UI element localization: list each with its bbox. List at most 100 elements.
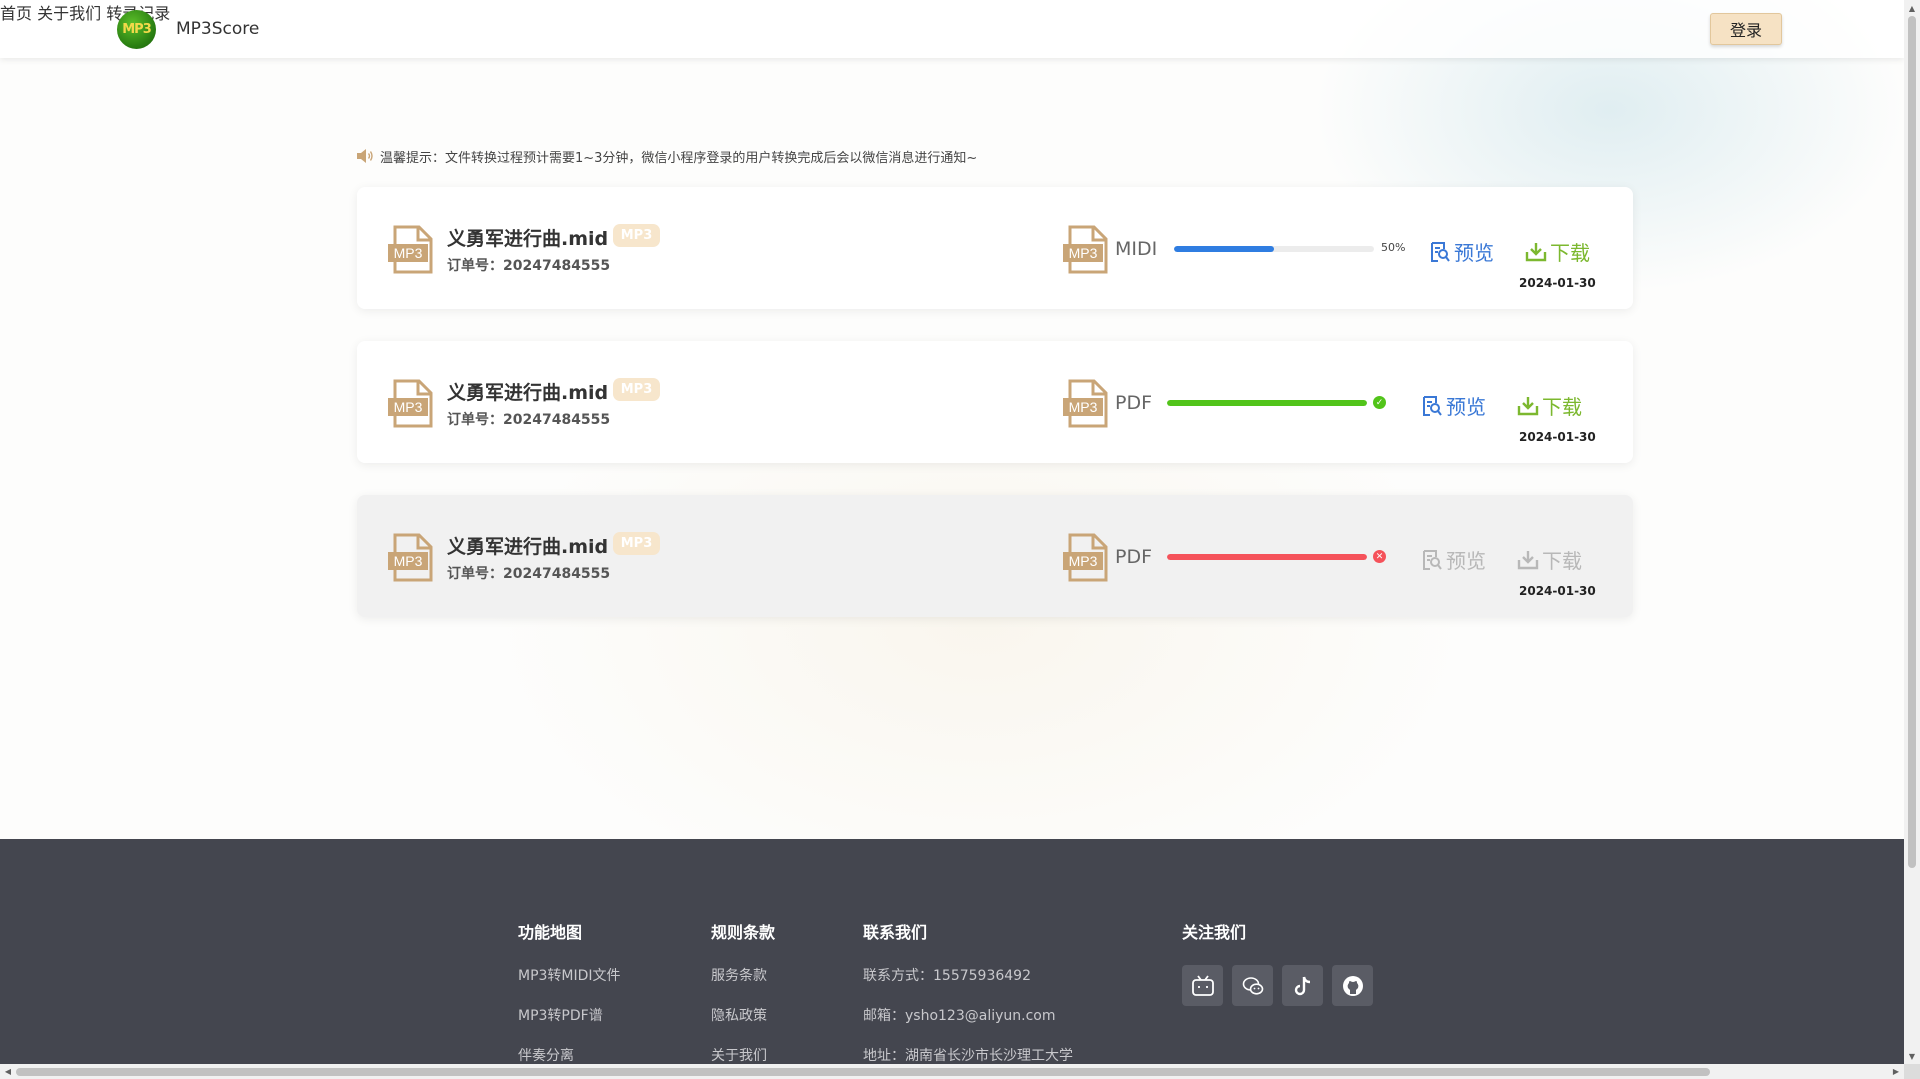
order-number: 订单号：20247484555: [447, 412, 611, 428]
file-name: 义勇军进行曲.mid: [447, 228, 609, 250]
page: MP3 MP3Score 首页 关于我们 转录记录 登录 温馨提示：文件转换过程…: [0, 0, 1904, 1064]
mp3-file-icon: MP3: [1063, 225, 1108, 274]
github-icon[interactable]: [1332, 965, 1373, 1006]
footer-link-privacy[interactable]: 隐私政策: [711, 1005, 775, 1045]
svg-text:MP3: MP3: [394, 399, 423, 415]
svg-text:MP3: MP3: [1069, 245, 1098, 261]
preview-button[interactable]: 预览: [1429, 237, 1494, 266]
tiktok-icon[interactable]: [1282, 965, 1323, 1006]
output-format: PDF: [1115, 546, 1153, 568]
format-badge: MP3: [613, 224, 660, 247]
footer-address: 地址：湖南省长沙市长沙理工大学: [863, 1048, 1073, 1064]
svg-text:MP3: MP3: [394, 553, 423, 569]
footer: 功能地图 MP3转MIDI文件 MP3转PDF谱 伴奏分离 规则条款 服务条款 …: [0, 839, 1904, 1064]
footer-link-mp3-to-midi[interactable]: MP3转MIDI文件: [518, 965, 621, 1005]
record-card: MP3 义勇军进行曲.mid MP3 订单号：20247484555 MP3 P…: [357, 341, 1633, 463]
download-icon: [1525, 242, 1547, 261]
scroll-up-arrow-icon[interactable]: ▲: [1904, 0, 1920, 16]
progress-bar: [1167, 554, 1367, 560]
login-button[interactable]: 登录: [1710, 13, 1782, 45]
preview-button-disabled[interactable]: 预览: [1421, 545, 1486, 574]
wechat-icon[interactable]: [1232, 965, 1273, 1006]
mp3-file-icon: MP3: [1063, 533, 1108, 582]
bilibili-icon[interactable]: [1182, 965, 1223, 1006]
social-links: [1182, 965, 1373, 1006]
speaker-icon: [357, 149, 373, 163]
footer-heading: 联系我们: [863, 923, 928, 942]
progress-fill: [1167, 554, 1367, 560]
record-date: 2024-01-30: [1519, 584, 1596, 598]
tip-text: 温馨提示：文件转换过程预计需要1~3分钟，微信小程序登录的用户转换完成后会以微信…: [380, 150, 978, 166]
footer-heading: 关注我们: [1182, 923, 1247, 942]
download-button-disabled[interactable]: 下载: [1517, 545, 1582, 574]
preview-icon: [1431, 241, 1450, 262]
record-card: MP3 义勇军进行曲.mid MP3 订单号：20247484555 MP3 P…: [357, 495, 1633, 617]
preview-label: 预览: [1446, 549, 1486, 573]
footer-column-follow: 关注我们: [1182, 919, 1373, 1006]
preview-label: 预览: [1446, 395, 1486, 419]
scroll-left-arrow-icon[interactable]: ◀: [0, 1064, 16, 1079]
order-number: 订单号：20247484555: [447, 566, 611, 582]
output-format: PDF: [1115, 392, 1153, 414]
tip-banner: 温馨提示：文件转换过程预计需要1~3分钟，微信小程序登录的用户转换完成后会以微信…: [356, 146, 977, 166]
order-number: 订单号：20247484555: [447, 258, 611, 274]
footer-email[interactable]: 邮箱：ysho123@aliyun.com: [863, 1005, 1073, 1045]
preview-button[interactable]: 预览: [1421, 391, 1486, 420]
footer-link-accompaniment[interactable]: 伴奏分离: [518, 1045, 621, 1064]
progress-text: 50%: [1381, 241, 1406, 254]
record-date: 2024-01-30: [1519, 276, 1596, 290]
preview-icon: [1423, 395, 1442, 416]
vertical-scrollbar[interactable]: ▲ ▼: [1904, 0, 1920, 1064]
footer-column-contact: 联系我们 联系方式：15575936492 邮箱：ysho123@aliyun.…: [863, 919, 1073, 1064]
nav-about[interactable]: 关于我们: [37, 4, 101, 23]
footer-link-about[interactable]: 关于我们: [711, 1045, 775, 1064]
vertical-scroll-thumb[interactable]: [1908, 16, 1916, 868]
mp3-file-icon: MP3: [1063, 379, 1108, 428]
nav-home[interactable]: 首页: [0, 4, 32, 23]
footer-heading: 规则条款: [711, 923, 776, 942]
preview-icon: [1423, 549, 1442, 570]
brand-name[interactable]: MP3Score: [176, 19, 259, 39]
format-badge: MP3: [613, 378, 660, 401]
footer-column-terms: 规则条款 服务条款 隐私政策 关于我们: [711, 919, 775, 1064]
footer-link-mp3-to-pdf[interactable]: MP3转PDF谱: [518, 1005, 621, 1045]
download-label: 下载: [1542, 549, 1582, 573]
progress-bar: [1174, 246, 1374, 252]
file-name: 义勇军进行曲.mid: [447, 536, 609, 558]
download-icon: [1517, 550, 1539, 569]
footer-link-service-terms[interactable]: 服务条款: [711, 965, 775, 1005]
footer-phone: 联系方式：15575936492: [863, 968, 1031, 984]
footer-column-sitemap: 功能地图 MP3转MIDI文件 MP3转PDF谱 伴奏分离: [518, 919, 621, 1064]
format-badge: MP3: [613, 532, 660, 555]
download-icon: [1517, 396, 1539, 415]
progress-bar: [1167, 400, 1367, 406]
download-button[interactable]: 下载: [1525, 237, 1590, 266]
progress-fill: [1174, 246, 1274, 252]
horizontal-scroll-thumb[interactable]: [16, 1068, 1710, 1076]
record-card: MP3 义勇军进行曲.mid MP3 订单号：20247484555 MP3 M…: [357, 187, 1633, 309]
progress-fill: [1167, 400, 1367, 406]
error-x-icon: ✕: [1373, 550, 1386, 563]
file-name: 义勇军进行曲.mid: [447, 382, 609, 404]
svg-text:MP3: MP3: [394, 245, 423, 261]
svg-text:MP3: MP3: [1069, 553, 1098, 569]
success-check-icon: ✓: [1373, 396, 1386, 409]
record-date: 2024-01-30: [1519, 430, 1596, 444]
scroll-down-arrow-icon[interactable]: ▼: [1904, 1048, 1920, 1064]
logo[interactable]: MP3: [117, 10, 156, 49]
top-navbar: MP3 MP3Score 首页 关于我们 转录记录 登录: [0, 0, 1904, 58]
preview-label: 预览: [1454, 241, 1494, 265]
output-format: MIDI: [1115, 238, 1158, 260]
download-label: 下载: [1542, 395, 1582, 419]
scroll-right-arrow-icon[interactable]: ▶: [1888, 1064, 1904, 1079]
mp3-file-icon: MP3: [388, 225, 433, 274]
scrollbar-corner: [1904, 1064, 1920, 1079]
horizontal-scrollbar[interactable]: ◀ ▶: [0, 1064, 1904, 1079]
download-button[interactable]: 下载: [1517, 391, 1582, 420]
mp3-file-icon: MP3: [388, 379, 433, 428]
svg-text:MP3: MP3: [1069, 399, 1098, 415]
footer-heading: 功能地图: [518, 923, 583, 942]
logo-mark: MP3: [122, 22, 151, 37]
mp3-file-icon: MP3: [388, 533, 433, 582]
download-label: 下载: [1550, 241, 1590, 265]
